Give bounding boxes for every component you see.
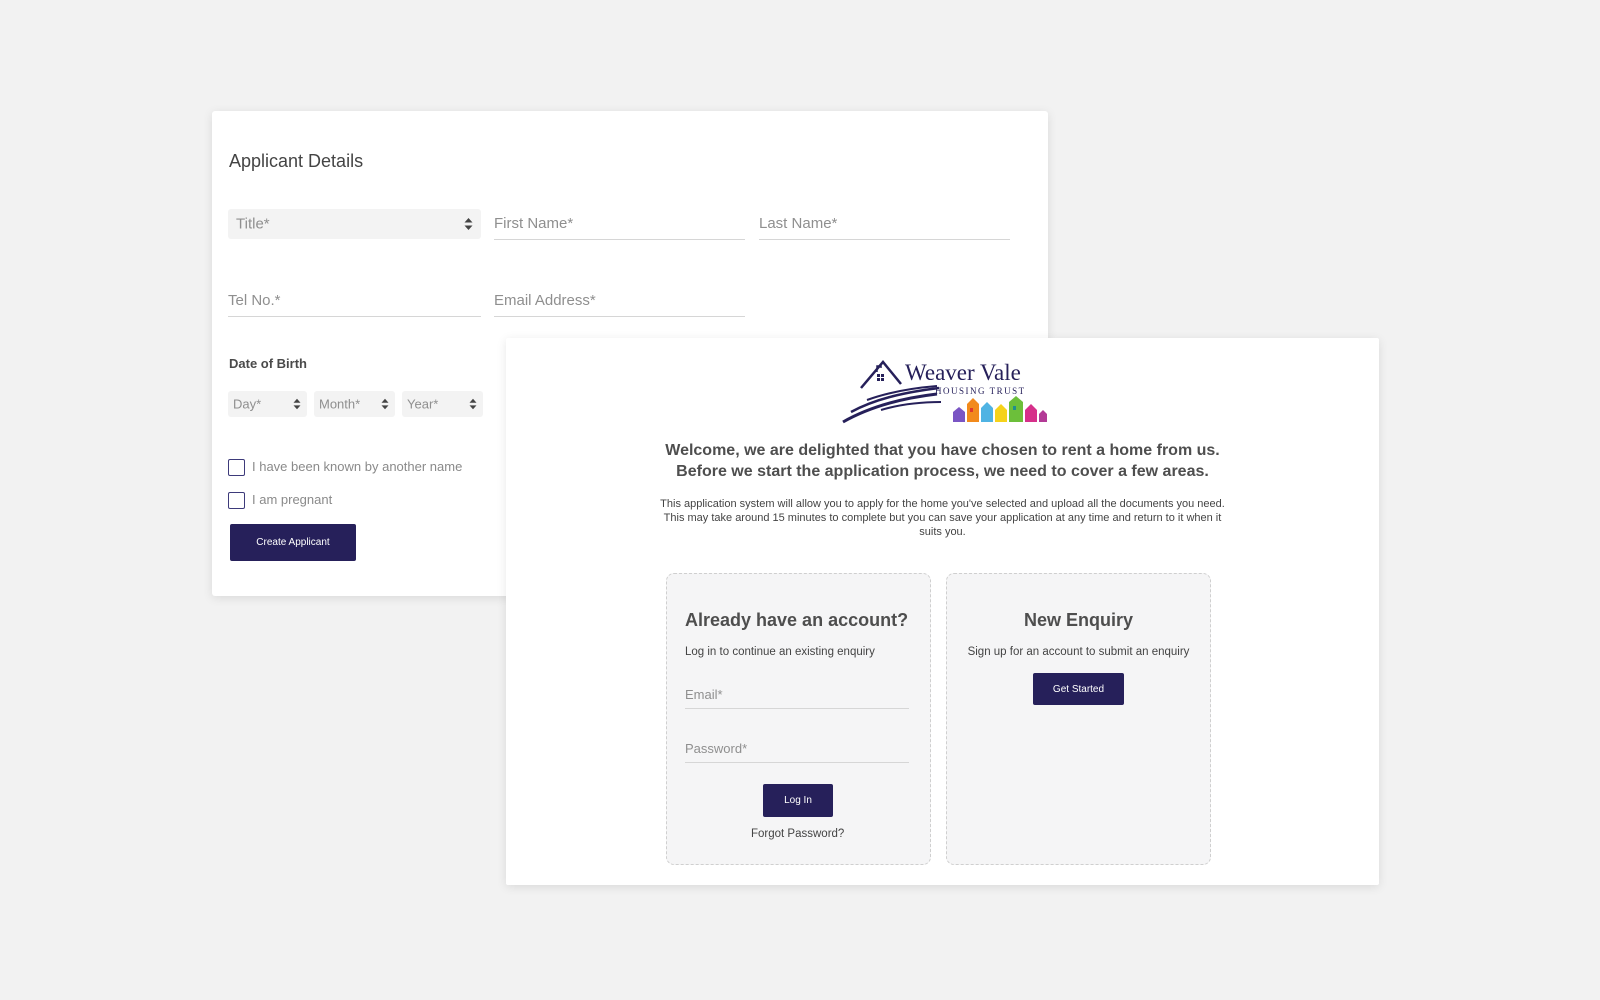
create-applicant-button[interactable]: Create Applicant xyxy=(230,524,356,561)
dob-year-value: Year* xyxy=(407,396,439,412)
login-title: Already have an account? xyxy=(685,610,909,630)
login-password-field[interactable]: Password* xyxy=(685,732,909,763)
known-by-another-name-checkbox[interactable]: I have been known by another name xyxy=(228,459,528,477)
intro-line-3: suits you. xyxy=(919,526,966,538)
select-arrows-icon xyxy=(469,398,477,410)
title-select-value: Title* xyxy=(236,215,270,233)
login-subtitle: Log in to continue an existing enquiry xyxy=(685,646,875,658)
email-address-field[interactable]: Email Address* xyxy=(494,286,745,317)
login-email-field[interactable]: Email* xyxy=(685,678,909,709)
welcome-card: Weaver Vale HOUSING TRUST Welcome, we ar… xyxy=(506,338,1379,885)
known-by-another-name-label: I have been known by another name xyxy=(252,459,463,474)
pregnant-label: I am pregnant xyxy=(252,492,333,507)
select-arrows-icon xyxy=(381,398,389,410)
login-email-placeholder: Email* xyxy=(685,687,723,702)
last-name-field[interactable]: Last Name* xyxy=(759,209,1010,240)
log-in-button[interactable]: Log In xyxy=(763,784,833,817)
checkbox-box[interactable] xyxy=(228,492,245,509)
tel-placeholder: Tel No.* xyxy=(228,292,281,309)
select-arrows-icon xyxy=(464,218,473,230)
date-of-birth-label: Date of Birth xyxy=(229,356,307,371)
welcome-line-1: Welcome, we are delighted that you have … xyxy=(665,442,1220,459)
checkbox-box[interactable] xyxy=(228,459,245,476)
new-enquiry-title: New Enquiry xyxy=(1023,610,1134,630)
last-name-placeholder: Last Name* xyxy=(759,215,838,232)
tel-field[interactable]: Tel No.* xyxy=(228,286,481,317)
first-name-field[interactable]: First Name* xyxy=(494,209,745,240)
dob-day-value: Day* xyxy=(233,396,262,412)
new-enquiry-subtitle: Sign up for an account to submit an enqu… xyxy=(967,646,1190,658)
dob-year-select[interactable]: Year* xyxy=(402,391,483,417)
applicant-details-heading: Applicant Details xyxy=(229,151,364,171)
new-enquiry-panel: New Enquiry Sign up for an account to su… xyxy=(946,573,1211,865)
email-address-placeholder: Email Address* xyxy=(494,292,596,309)
intro-line-1: This application system will allow you t… xyxy=(660,498,1225,510)
login-panel: Already have an account? Log in to conti… xyxy=(666,573,931,865)
login-password-placeholder: Password* xyxy=(685,741,748,756)
logo-subtitle: HOUSING TRUST xyxy=(935,386,1026,396)
get-started-button[interactable]: Get Started xyxy=(1033,673,1124,705)
logo-wordmark: Weaver Vale xyxy=(905,360,1021,385)
title-select[interactable]: Title* xyxy=(228,209,481,239)
pregnant-checkbox[interactable]: I am pregnant xyxy=(228,492,428,510)
intro-line-2: This may take around 15 minutes to compl… xyxy=(663,512,1222,524)
dob-month-value: Month* xyxy=(319,396,361,412)
welcome-line-2: Before we start the application process,… xyxy=(676,463,1209,480)
dob-day-select[interactable]: Day* xyxy=(228,391,307,417)
forgot-password-link[interactable]: Forgot Password? xyxy=(751,828,844,840)
weaver-vale-logo: Weaver Vale HOUSING TRUST xyxy=(842,360,1047,424)
first-name-placeholder: First Name* xyxy=(494,215,574,232)
select-arrows-icon xyxy=(293,398,301,410)
dob-month-select[interactable]: Month* xyxy=(314,391,395,417)
